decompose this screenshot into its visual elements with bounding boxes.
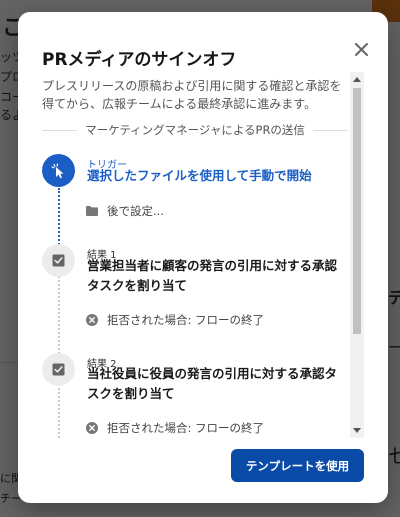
task-checkbox-icon — [52, 254, 65, 267]
step-title: 当社役員に役員の発言の引用に対する承認タスクを割り当て — [87, 366, 338, 401]
close-circle-icon — [86, 314, 98, 326]
step-node — [42, 353, 75, 386]
cursor-click-icon — [50, 162, 63, 178]
trigger-title: 選択したファイルを使用して手動で開始 — [87, 168, 312, 183]
step-rejection-text: 拒否された場合: フローの終了 — [107, 313, 265, 327]
section-title: マーケティングマネージャによるPRの送信 — [42, 122, 349, 138]
modal-scroll-area[interactable]: プレスリリースの原稿および引用に関する確認と承認を得てから、広報チームによる最終… — [42, 72, 364, 438]
trigger-setting-text: 後で設定... — [107, 204, 164, 218]
timeline-connector — [58, 188, 60, 252]
scroll-down-arrow-icon[interactable] — [353, 428, 361, 433]
scroll-up-arrow-icon[interactable] — [353, 77, 361, 82]
section-rule-right — [312, 129, 349, 131]
step-rejection-row: 拒否された場合: フローの終了 — [86, 420, 264, 436]
step-title: 営業担当者に顧客の発言の引用に対する承認タスクを割り当て — [87, 258, 338, 293]
scrollbar-thumb[interactable] — [353, 88, 361, 334]
step-rejection-text: 拒否された場合: フローの終了 — [107, 421, 265, 435]
step-node — [42, 244, 75, 277]
scrollbar[interactable] — [350, 72, 364, 438]
trigger-node — [42, 154, 75, 187]
section-rule-left — [42, 129, 78, 131]
modal-title: PRメディアのサインオフ — [42, 50, 237, 70]
timeline-connector — [58, 252, 60, 438]
section-title-text: マーケティングマネージャによるPRの送信 — [85, 123, 305, 137]
close-circle-icon — [86, 422, 98, 434]
task-checkbox-icon — [52, 363, 65, 376]
use-template-button[interactable]: テンプレートを使用 — [231, 449, 364, 482]
close-icon — [354, 42, 368, 56]
trigger-setting-row: 後で設定... — [86, 203, 164, 219]
template-preview-modal: PRメディアのサインオフ プレスリリースの原稿および引用に関する確認と承認を得て… — [18, 12, 388, 503]
folder-icon — [86, 206, 98, 216]
modal-description: プレスリリースの原稿および引用に関する確認と承認を得てから、広報チームによる最終… — [42, 79, 342, 111]
close-button[interactable] — [350, 38, 372, 60]
step-rejection-row: 拒否された場合: フローの終了 — [86, 312, 264, 328]
